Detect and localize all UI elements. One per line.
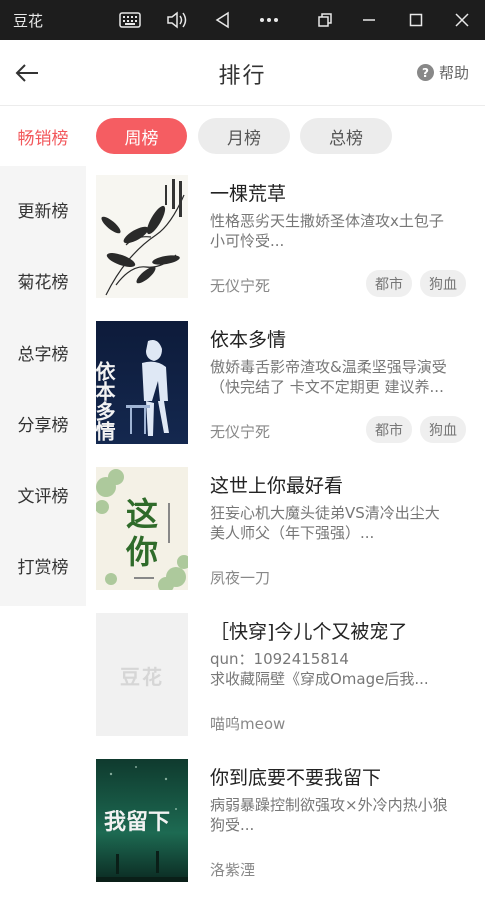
book-author: 无仪宁死	[210, 423, 271, 441]
book-tag[interactable]: 狗血	[420, 416, 466, 443]
minimize-icon[interactable]	[357, 8, 381, 32]
book-item[interactable]: 一棵荒草 性格恶劣天生撒娇圣体渣攻x土包子 小可怜受... 无仪宁死 都市 狗血	[96, 175, 476, 300]
sidebar-item-tip[interactable]: 打赏榜	[0, 535, 86, 595]
emulator-toolbar: 豆花	[0, 0, 485, 40]
book-description: qun：1092415814 求收藏隔壁《穿成Omage后我...	[210, 649, 465, 689]
restore-window-icon[interactable]	[313, 8, 337, 32]
book-tag[interactable]: 狗血	[420, 270, 466, 297]
maximize-icon[interactable]	[404, 8, 428, 32]
sidebar-item-review[interactable]: 文评榜	[0, 464, 86, 524]
book-description-line: qun：1092415814	[210, 650, 349, 668]
book-item[interactable]: 豆花 ［快穿]今儿个又被宠了 qun：1092415814 求收藏隔壁《穿成Om…	[96, 613, 476, 738]
volume-icon[interactable]	[165, 8, 189, 32]
book-description-line: （快完结了 卡文不定期更 建议养...	[210, 378, 444, 396]
ranking-sidebar: 畅销榜 更新榜 菊花榜 总字榜 分享榜 文评榜 打赏榜	[0, 106, 86, 606]
page-header: 排行 ? 帮助	[0, 40, 485, 106]
book-cover: 这 你	[96, 467, 188, 590]
book-description: 性格恶劣天生撒娇圣体渣攻x土包子 小可怜受...	[210, 211, 465, 251]
book-title: 这世上你最好看	[210, 475, 344, 497]
book-description-line: 狗受...	[210, 816, 255, 834]
book-description-line: 美人师父（年下强强）...	[210, 524, 375, 542]
book-cover-text: 依本多情	[96, 360, 116, 442]
book-item[interactable]: 这 你 这世上你最好看 狂妄心机大魔头徒弟VS清冷出尘大 美人师父（年下强强）.…	[96, 467, 476, 592]
book-item[interactable]: 依本多情 依本多情 傲娇毒舌影帝渣攻&温柔坚强导演受 （快完结了 卡文不定期更 …	[96, 321, 476, 446]
book-author: 无仪宁死	[210, 277, 271, 295]
sidebar-item-bestseller[interactable]: 畅销榜	[0, 106, 86, 166]
book-author: 夙夜一刀	[210, 569, 271, 587]
sidebar-item-update[interactable]: 更新榜	[0, 179, 86, 239]
sidebar-item-share[interactable]: 分享榜	[0, 393, 86, 453]
book-tag[interactable]: 都市	[366, 270, 412, 297]
book-description-line: 求收藏隔壁《穿成Omage后我...	[210, 670, 429, 688]
book-cover-placeholder: 豆花	[96, 613, 188, 736]
book-description: 狂妄心机大魔头徒弟VS清冷出尘大 美人师父（年下强强）...	[210, 503, 465, 543]
book-description: 傲娇毒舌影帝渣攻&温柔坚强导演受 （快完结了 卡文不定期更 建议养...	[210, 357, 465, 397]
nav-back-icon[interactable]	[211, 8, 235, 32]
svg-text:这: 这	[126, 495, 158, 533]
book-cover-text: 我留下	[104, 809, 170, 835]
book-title: 依本多情	[210, 329, 287, 351]
book-cover-text: 豆花	[120, 665, 164, 689]
svg-text:你: 你	[125, 533, 158, 571]
book-title: 一棵荒草	[210, 183, 287, 205]
book-tag[interactable]: 都市	[366, 416, 412, 443]
book-description-line: 傲娇毒舌影帝渣攻&温柔坚强导演受	[210, 358, 447, 376]
book-cover: 我留下	[96, 759, 188, 882]
app-name: 豆花	[13, 12, 44, 30]
book-author: 喵呜meow	[210, 715, 286, 733]
question-icon: ?	[416, 64, 434, 81]
book-description-line: 性格恶劣天生撒娇圣体渣攻x土包子	[210, 212, 444, 230]
more-icon[interactable]	[257, 8, 281, 32]
book-author: 洛紫湮	[210, 861, 256, 879]
book-item[interactable]: 我留下 你到底要不要我留下 病弱暴躁控制欲强攻×外冷内热小狼 狗受... 洛紫湮	[96, 759, 476, 884]
tab-weekly[interactable]: 周榜	[96, 118, 187, 154]
book-cover	[96, 175, 188, 298]
keyboard-icon[interactable]	[118, 8, 142, 32]
help-button[interactable]: ? 帮助	[416, 62, 469, 83]
book-description: 病弱暴躁控制欲强攻×外冷内热小狼 狗受...	[210, 795, 465, 835]
book-title: 你到底要不要我留下	[210, 767, 382, 789]
page-title: 排行	[218, 64, 267, 89]
close-icon[interactable]	[450, 8, 474, 32]
book-description-line: 小可怜受...	[210, 232, 285, 250]
book-description-line: 狂妄心机大魔头徒弟VS清冷出尘大	[210, 504, 440, 522]
tab-total[interactable]: 总榜	[300, 118, 392, 154]
help-label: 帮助	[438, 64, 469, 82]
book-description-line: 病弱暴躁控制欲强攻×外冷内热小狼	[210, 796, 448, 814]
tab-monthly[interactable]: 月榜	[198, 118, 290, 154]
sidebar-item-chrysanthemum[interactable]: 菊花榜	[0, 250, 86, 310]
book-title: ［快穿]今儿个又被宠了	[210, 621, 408, 643]
sidebar-item-word-count[interactable]: 总字榜	[0, 322, 86, 382]
book-cover: 依本多情	[96, 321, 188, 444]
